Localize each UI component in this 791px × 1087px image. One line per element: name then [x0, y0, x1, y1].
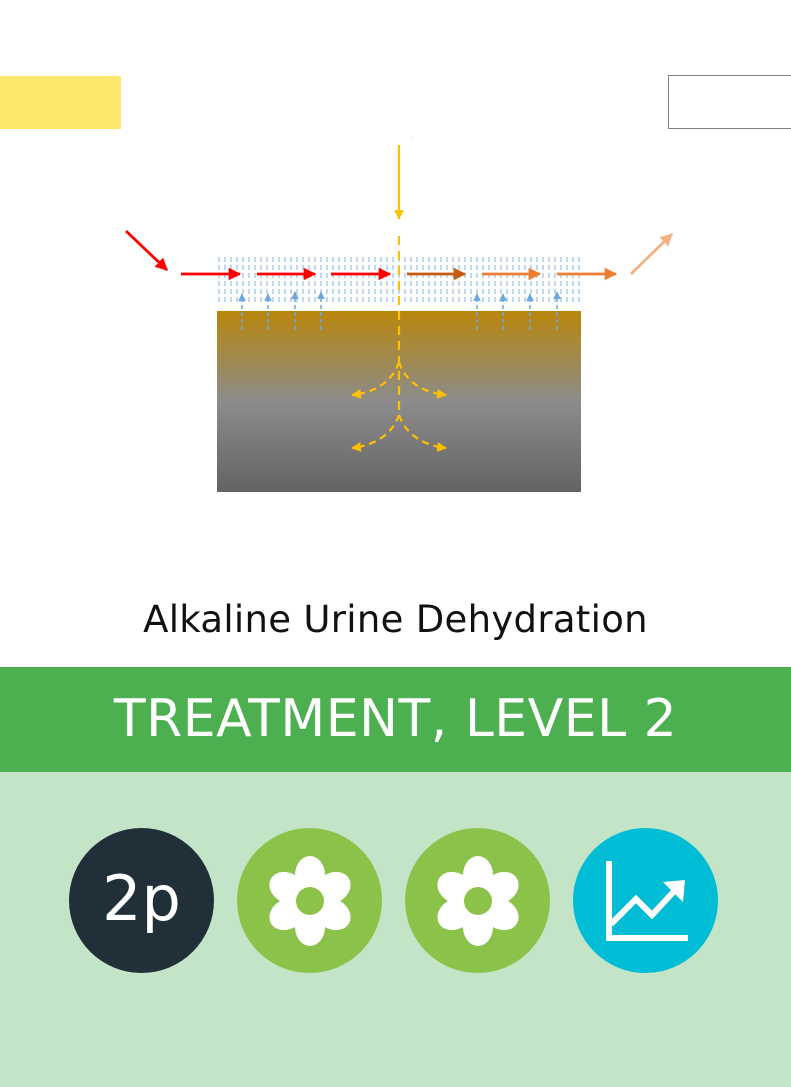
- air-inflow-arrow: [125, 229, 168, 272]
- dehydration-diagram: [125, 145, 673, 492]
- flower-badge: [237, 828, 382, 973]
- players-badge: 2p: [69, 828, 214, 973]
- banner-label: TREATMENT, LEVEL 2: [113, 689, 678, 749]
- flower-badge: [405, 828, 550, 973]
- players-count-text: 2p: [102, 861, 181, 935]
- air-outflow-arrow: [630, 232, 673, 276]
- chart-badge: [573, 828, 718, 973]
- trend-chart-icon: [605, 860, 688, 941]
- page-title: Alkaline Urine Dehydration: [143, 598, 648, 641]
- flower-icon: [268, 855, 351, 946]
- category-banner: TREATMENT, LEVEL 2: [0, 667, 791, 772]
- flower-icon: [436, 855, 519, 946]
